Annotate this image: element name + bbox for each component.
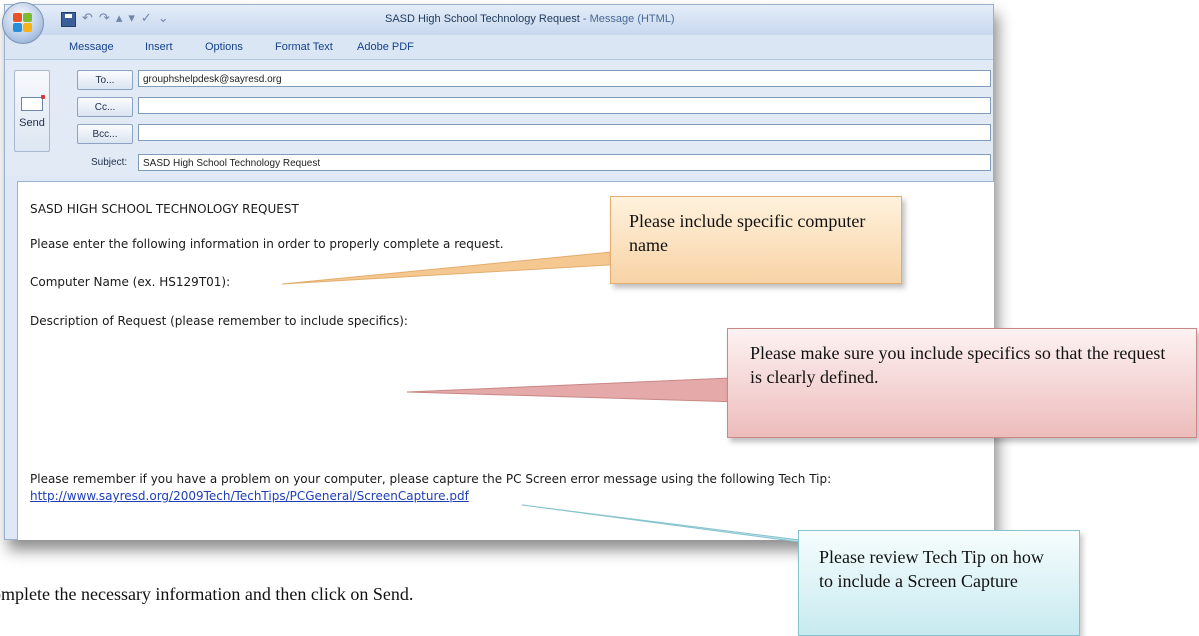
- tab-insert[interactable]: Insert: [145, 41, 173, 53]
- subject-label: Subject:: [91, 157, 128, 168]
- body-description: Description of Request (please remember …: [30, 314, 408, 328]
- ribbon-tab-bar: Message Insert Options Format Text Adobe…: [5, 35, 993, 60]
- up-arrow-icon[interactable]: ▴: [116, 11, 123, 27]
- body-reminder: Please remember if you have a problem on…: [30, 472, 832, 486]
- customize-toolbar-icon[interactable]: ⌄: [158, 11, 169, 27]
- callout-computer-name: Please include specific computer name: [610, 196, 902, 284]
- send-button-label: Send: [19, 117, 45, 129]
- tab-adobe-pdf[interactable]: Adobe PDF: [357, 41, 414, 53]
- window-title: SASD High School Technology Request - Me…: [385, 13, 675, 25]
- subject-field[interactable]: SASD High School Technology Request: [138, 154, 991, 171]
- office-logo-icon: [13, 13, 33, 33]
- tab-options[interactable]: Options: [205, 41, 243, 53]
- to-field[interactable]: grouphshelpdesk@sayresd.org: [138, 70, 991, 87]
- bcc-field[interactable]: [138, 124, 991, 141]
- body-computer-name: Computer Name (ex. HS129T01):: [30, 275, 231, 289]
- quick-access-toolbar: ↶ ↷ ▴ ▾ ✓ ⌄: [61, 11, 169, 27]
- callout-tech-tip: Please review Tech Tip on how to include…: [798, 530, 1080, 636]
- undo-icon[interactable]: ↶: [82, 11, 93, 27]
- title-bar: ↶ ↷ ▴ ▾ ✓ ⌄ SASD High School Technology …: [5, 5, 993, 35]
- office-button[interactable]: [2, 2, 44, 44]
- bcc-button[interactable]: Bcc...: [77, 124, 133, 144]
- to-button[interactable]: To...: [77, 70, 133, 90]
- envelope-icon: [21, 95, 45, 111]
- footer-instruction: omplete the necessary information and th…: [0, 584, 414, 604]
- spelling-check-icon[interactable]: ✓: [141, 11, 152, 27]
- save-icon[interactable]: [61, 11, 76, 27]
- tab-message[interactable]: Message: [69, 41, 114, 53]
- window-title-subject: SASD High School Technology Request: [385, 13, 580, 25]
- message-header: Send To... grouphshelpdesk@sayresd.org C…: [5, 60, 993, 176]
- cc-field[interactable]: [138, 97, 991, 114]
- body-intro: Please enter the following information i…: [30, 237, 504, 251]
- window-title-suffix: - Message (HTML): [579, 13, 675, 25]
- tab-format-text[interactable]: Format Text: [275, 41, 333, 53]
- send-button[interactable]: Send: [14, 70, 50, 152]
- callout-specifics: Please make sure you include specifics s…: [727, 328, 1197, 438]
- body-heading: SASD HIGH SCHOOL TECHNOLOGY REQUEST: [30, 202, 299, 216]
- redo-icon[interactable]: ↷: [99, 11, 110, 27]
- down-arrow-icon[interactable]: ▾: [128, 11, 135, 27]
- tech-tip-link[interactable]: http://www.sayresd.org/2009Tech/TechTips…: [30, 489, 469, 503]
- cc-button[interactable]: Cc...: [77, 97, 133, 117]
